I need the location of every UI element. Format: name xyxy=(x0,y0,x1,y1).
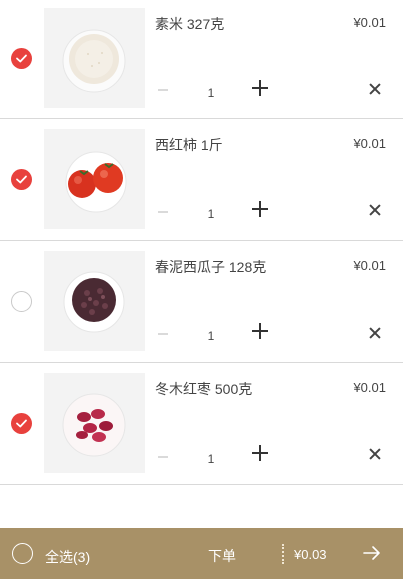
item-name[interactable]: 西红柿 1斤 xyxy=(155,135,223,155)
minus-icon[interactable] xyxy=(158,211,168,213)
item-price: ¥0.01 xyxy=(353,136,386,151)
footer-divider xyxy=(282,544,284,564)
cart-item: 春泥西瓜子 128克 ¥0.01 1 xyxy=(0,241,403,363)
item-name[interactable]: 冬木红枣 500克 xyxy=(155,379,252,399)
plus-icon[interactable] xyxy=(252,80,268,96)
item-price: ¥0.01 xyxy=(353,258,386,273)
plus-icon[interactable] xyxy=(252,201,268,217)
rice-bowl-image xyxy=(62,29,126,93)
item-quantity: 1 xyxy=(207,86,215,100)
cart-item: 素米 327克 ¥0.01 1 xyxy=(0,0,403,119)
item-check[interactable] xyxy=(11,169,32,190)
item-quantity: 1 xyxy=(207,329,215,343)
plus-icon[interactable] xyxy=(252,323,268,339)
close-icon[interactable] xyxy=(369,448,381,460)
cart-page: 素米 327克 ¥0.01 1 西红柿 1斤 ¥0.01 1 春泥西瓜子 128… xyxy=(0,0,403,581)
item-name[interactable]: 春泥西瓜子 128克 xyxy=(155,257,266,277)
item-quantity: 1 xyxy=(207,207,215,221)
cart-item: 冬木红枣 500克 ¥0.01 1 xyxy=(0,363,403,485)
tomatoes-image xyxy=(65,151,127,213)
minus-icon[interactable] xyxy=(158,456,168,458)
item-image[interactable] xyxy=(44,8,145,108)
item-check[interactable] xyxy=(11,48,32,69)
minus-icon[interactable] xyxy=(158,333,168,335)
red-dates-bowl-image xyxy=(62,393,126,457)
cart-item: 西红柿 1斤 ¥0.01 1 xyxy=(0,119,403,241)
item-quantity: 1 xyxy=(207,452,215,466)
select-all-label[interactable]: 全选(3) xyxy=(45,547,90,567)
item-image[interactable] xyxy=(44,129,145,229)
close-icon[interactable] xyxy=(369,83,381,95)
select-all-check[interactable] xyxy=(12,543,33,564)
item-price: ¥0.01 xyxy=(353,15,386,30)
check-icon xyxy=(16,54,27,63)
seeds-bowl-image xyxy=(63,271,125,333)
item-name[interactable]: 素米 327克 xyxy=(155,14,224,34)
close-icon[interactable] xyxy=(369,204,381,216)
check-icon xyxy=(16,175,27,184)
minus-icon[interactable] xyxy=(158,89,168,91)
item-image[interactable] xyxy=(44,251,145,351)
plus-icon[interactable] xyxy=(252,445,268,461)
total-price: ¥0.03 xyxy=(294,547,327,562)
close-icon[interactable] xyxy=(369,327,381,339)
order-button[interactable]: 下单 xyxy=(208,546,236,566)
arrow-right-icon[interactable] xyxy=(363,545,381,561)
check-icon xyxy=(16,419,27,428)
item-image[interactable] xyxy=(44,373,145,473)
item-check[interactable] xyxy=(11,413,32,434)
item-price: ¥0.01 xyxy=(353,380,386,395)
item-check[interactable] xyxy=(11,291,32,312)
checkout-bar: 全选(3) 下单 ¥0.03 xyxy=(0,528,403,579)
